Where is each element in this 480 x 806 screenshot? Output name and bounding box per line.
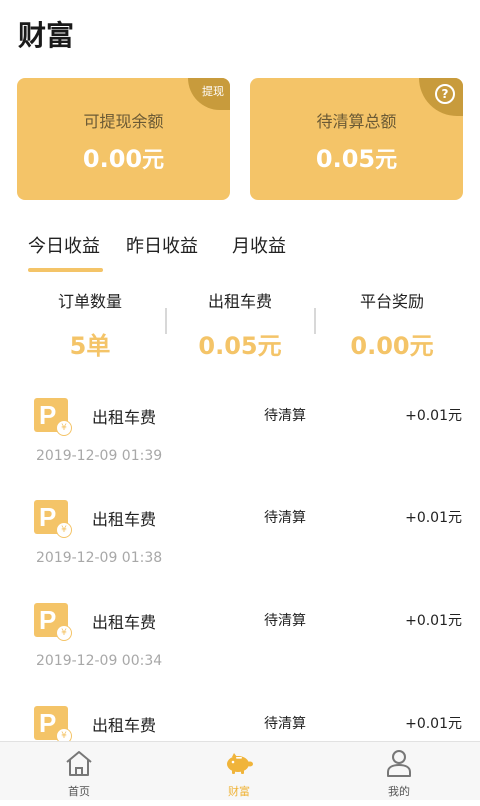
nav-label: 财富 — [228, 785, 250, 798]
pending-settlement-label: 待清算总额 — [316, 112, 397, 131]
record-status: 待清算 — [264, 613, 306, 629]
stat-value: 0.00元 — [350, 332, 434, 360]
withdrawable-balance-card: 提现 可提现余额 0.00元 — [17, 78, 230, 200]
pending-settlement-unit: 元 — [375, 148, 398, 173]
list-item[interactable]: P ¥ 出租车费 待清算 +0.01元 2019-12-09 01:38 — [0, 500, 480, 600]
stat-value: 0.05元 — [198, 332, 282, 360]
record-status: 待清算 — [264, 408, 306, 424]
record-title: 出租车费 — [92, 510, 157, 529]
withdrawable-balance-value: 0.00 — [82, 145, 143, 173]
nav-item-wealth[interactable]: 财富 — [199, 748, 279, 799]
record-title: 出租车费 — [92, 408, 157, 427]
earnings-tabs: 今日收益 昨日收益 月收益 — [0, 232, 480, 276]
stat-label: 出租车费 — [207, 292, 272, 311]
record-time: 2019-12-09 00:34 — [36, 653, 163, 669]
bottom-nav: 首页 财富 我的 — [0, 741, 480, 800]
user-icon — [387, 750, 411, 777]
nav-item-mine[interactable]: 我的 — [359, 748, 439, 799]
tab-yesterday-earnings[interactable]: 昨日收益 — [126, 232, 198, 258]
nav-item-home[interactable]: 首页 — [39, 748, 119, 799]
record-status: 待清算 — [264, 716, 306, 732]
withdrawable-balance-unit: 元 — [142, 148, 165, 173]
pending-settlement-card: ? 待清算总额 0.05元 — [250, 78, 463, 200]
tab-monthly-earnings[interactable]: 月收益 — [232, 232, 286, 258]
withdraw-button[interactable]: 提现 — [188, 78, 230, 110]
pending-settlement-amount: 0.05元 — [250, 142, 463, 174]
record-status: 待清算 — [264, 510, 306, 526]
stat-label: 订单数量 — [57, 292, 122, 311]
record-amount: +0.01元 — [405, 408, 462, 424]
stat-platform-reward: 平台奖励 0.00元 — [312, 288, 472, 361]
record-title: 出租车费 — [92, 716, 157, 735]
home-icon — [66, 751, 92, 776]
stat-taxi-fare: 出租车费 0.05元 — [160, 288, 320, 361]
record-amount: +0.01元 — [405, 510, 462, 526]
withdrawable-balance-amount: 0.00元 — [17, 142, 230, 174]
record-time: 2019-12-09 01:38 — [36, 550, 163, 566]
record-amount: +0.01元 — [405, 613, 462, 629]
parking-fee-icon: P ¥ — [34, 603, 72, 641]
question-icon: ? — [435, 84, 455, 104]
list-item[interactable]: P ¥ 出租车费 待清算 +0.01元 2019-12-09 00:34 — [0, 603, 480, 703]
withdrawable-balance-label: 可提现余额 — [83, 112, 164, 131]
record-amount: +0.01元 — [405, 716, 462, 732]
nav-label: 我的 — [388, 785, 410, 798]
record-time: 2019-12-09 01:39 — [36, 448, 163, 464]
piggy-bank-icon — [227, 753, 253, 774]
page-title: 财富 — [18, 19, 75, 52]
parking-fee-icon: P ¥ — [34, 500, 72, 538]
list-item[interactable]: P ¥ 出租车费 待清算 +0.01元 2019-12-09 01:39 — [0, 398, 480, 498]
stat-order-count: 订单数量 5单 — [10, 288, 170, 361]
pending-settlement-value: 0.05 — [315, 145, 376, 173]
active-tab-indicator — [28, 268, 103, 272]
record-title: 出租车费 — [92, 613, 157, 632]
nav-label: 首页 — [68, 785, 90, 798]
parking-fee-icon: P ¥ — [34, 398, 72, 436]
parking-fee-icon: P ¥ — [34, 706, 72, 744]
stat-value: 5单 — [69, 332, 111, 360]
tab-today-earnings[interactable]: 今日收益 — [28, 232, 100, 258]
stat-label: 平台奖励 — [359, 292, 424, 311]
